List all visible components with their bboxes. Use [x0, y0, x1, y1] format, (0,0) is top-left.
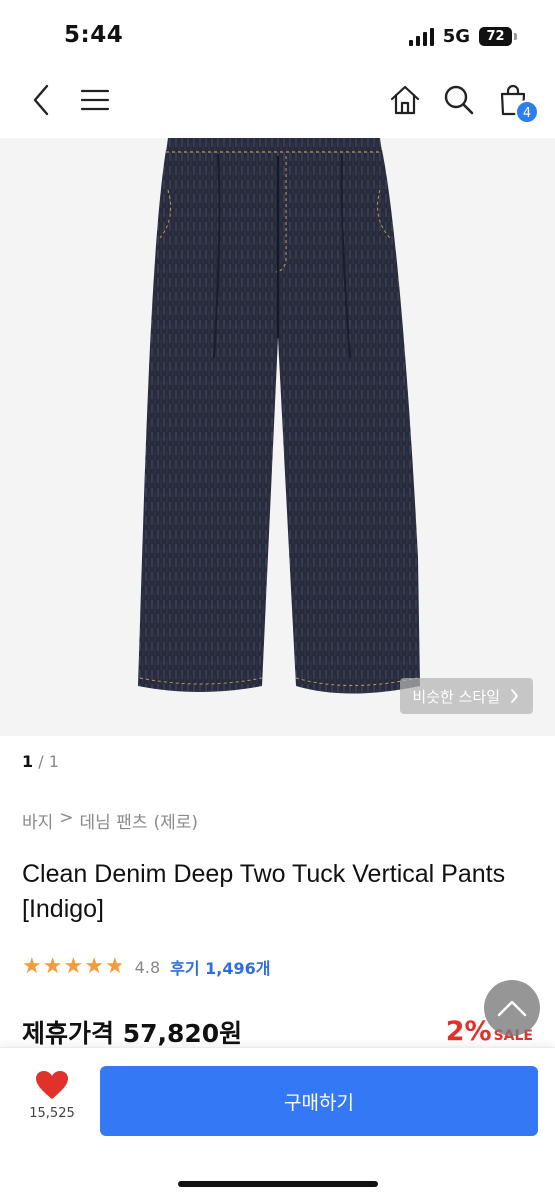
chevron-up-icon: [497, 1000, 527, 1017]
discount-percent: 2%: [445, 1016, 492, 1047]
image-counter-total: / 1: [33, 752, 59, 771]
top-nav: 4: [0, 66, 555, 138]
buy-button[interactable]: 구매하기: [100, 1066, 538, 1136]
price-row: 제휴가격 57,820원 2% SALE: [22, 1014, 533, 1050]
star-icon: ★: [42, 954, 63, 979]
star-icon: ★: [104, 954, 125, 979]
similar-style-label: 비슷한 스타일: [412, 687, 500, 706]
star-icon: ★: [84, 954, 104, 979]
signal-icon: [408, 27, 434, 46]
image-counter: 1 / 1: [22, 752, 59, 771]
breadcrumb-subcategory[interactable]: 데님 팬츠: [80, 808, 148, 833]
network-type: 5G: [442, 26, 470, 47]
battery-level: 72: [479, 27, 512, 46]
home-button[interactable]: [383, 78, 427, 122]
breadcrumb-category[interactable]: 바지: [22, 808, 53, 833]
rating-row: ★ ★ ★ ★ ★ 4.8 후기 1,496개: [22, 955, 270, 979]
menu-icon: [80, 89, 110, 111]
home-indicator: [178, 1181, 378, 1187]
search-icon: [444, 85, 474, 115]
partner-price: 제휴가격 57,820원: [22, 1019, 243, 1048]
star-icon: ★: [22, 954, 42, 979]
status-bar: 5:44 5G 72: [0, 0, 555, 66]
battery-icon: 72: [479, 27, 517, 46]
image-counter-current: 1: [22, 752, 34, 771]
rating-value: 4.8: [134, 957, 161, 977]
like-button[interactable]: 15,525: [18, 1070, 86, 1142]
product-image[interactable]: 비슷한 스타일: [0, 138, 555, 736]
review-count-link[interactable]: 후기 1,496개: [170, 955, 270, 979]
back-icon: [33, 84, 49, 116]
product-title: Clean Denim Deep Two Tuck Vertical Pants…: [22, 860, 506, 923]
breadcrumb-brand[interactable]: (제로): [154, 808, 199, 833]
like-count: 15,525: [29, 1106, 75, 1121]
chevron-right-icon: [511, 689, 519, 703]
bottom-action-bar: 15,525 구매하기: [0, 1047, 555, 1200]
denim-pants-image: [138, 138, 420, 694]
star-rating: ★ ★ ★ ★ ★: [22, 955, 125, 979]
cart-button[interactable]: 4: [491, 78, 539, 124]
heart-icon: [36, 1071, 68, 1099]
breadcrumb: 바지 > 데님 팬츠 (제로): [22, 808, 198, 833]
status-time: 5:44: [64, 22, 124, 48]
star-icon: ★: [63, 954, 84, 979]
menu-button[interactable]: [73, 78, 117, 122]
cart-count-badge: 4: [515, 100, 539, 124]
scroll-to-top-button[interactable]: [484, 980, 540, 1036]
home-icon: [390, 85, 420, 115]
similar-style-button[interactable]: 비슷한 스타일: [400, 678, 533, 714]
breadcrumb-separator: >: [59, 808, 74, 828]
back-button[interactable]: [20, 78, 64, 122]
search-button[interactable]: [437, 78, 481, 122]
status-indicators: 5G 72: [408, 26, 517, 47]
